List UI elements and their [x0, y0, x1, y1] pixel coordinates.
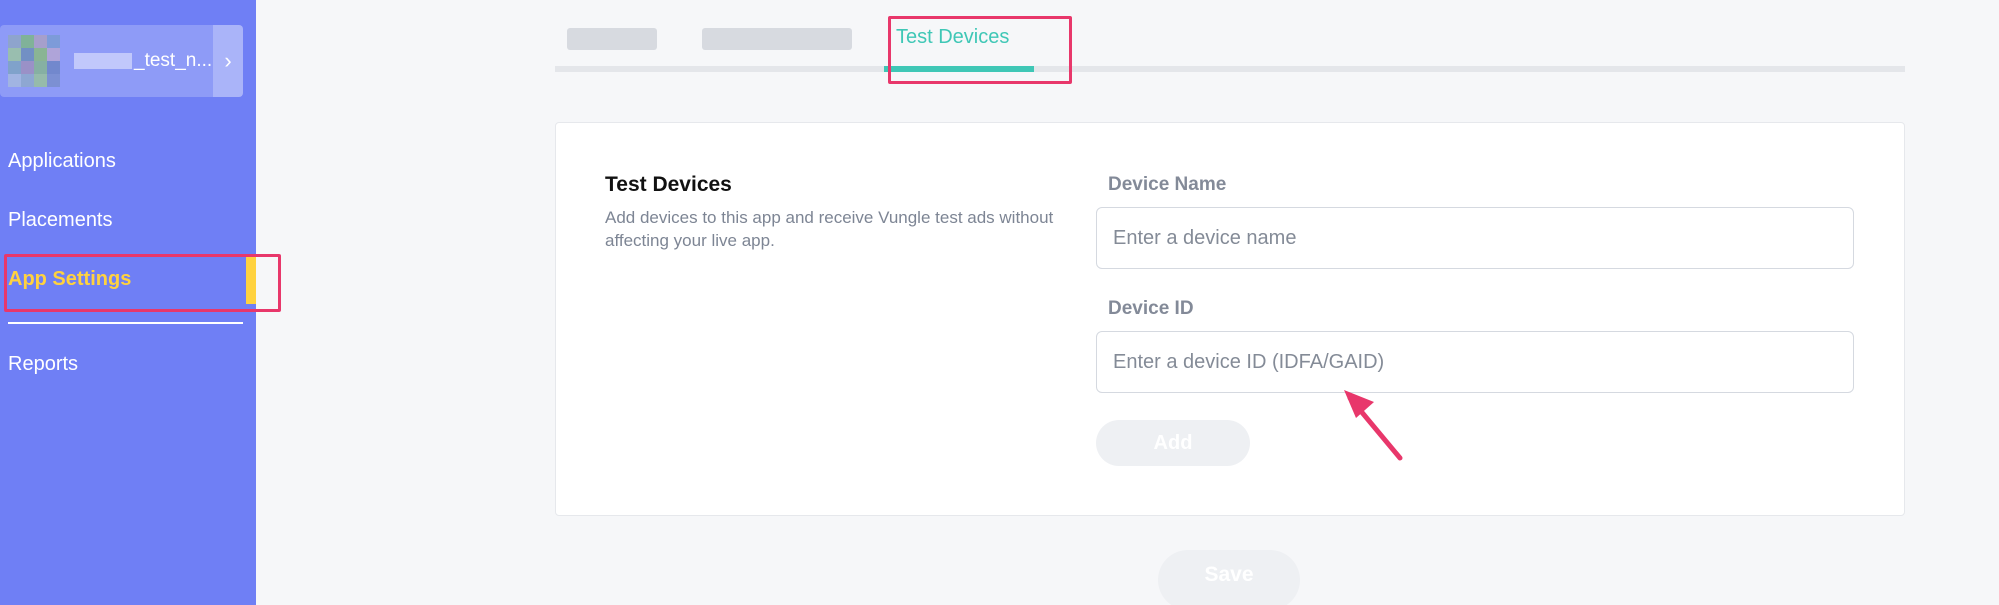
device-name-label: Device Name [1108, 174, 1227, 195]
annotation-highlight-box [888, 16, 1072, 84]
app-root: _test_n... › Applications Placements App… [0, 0, 1999, 605]
section-description: Add devices to this app and receive Vung… [605, 208, 1054, 250]
chevron-right-icon[interactable]: › [213, 25, 243, 97]
tab-track [555, 66, 1905, 72]
section-title: Test Devices [605, 173, 732, 196]
device-id-label: Device ID [1108, 298, 1194, 319]
save-button[interactable]: Save [1158, 550, 1300, 605]
sidebar-item-placements[interactable]: Placements [8, 209, 113, 232]
device-id-input[interactable] [1096, 331, 1854, 393]
tab-redacted-2[interactable] [702, 28, 852, 50]
app-name: _test_n... [74, 50, 214, 72]
annotation-highlight-box [4, 254, 281, 312]
annotation-arrow-icon [1344, 390, 1403, 461]
sidebar-item-reports[interactable]: Reports [8, 353, 78, 376]
tab-redacted-1[interactable] [567, 28, 657, 50]
divider [8, 322, 243, 324]
add-button[interactable]: Add [1096, 420, 1250, 466]
sidebar-item-applications[interactable]: Applications [8, 150, 116, 173]
app-icon [8, 35, 60, 87]
device-name-input[interactable] [1096, 207, 1854, 269]
redacted-text [74, 52, 132, 69]
app-switcher[interactable]: _test_n... › [0, 25, 243, 97]
